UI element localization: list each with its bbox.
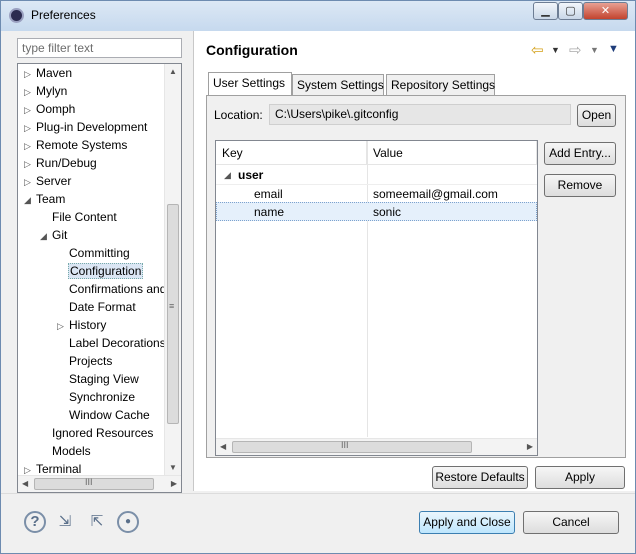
- page-title: Configuration: [206, 42, 298, 58]
- expand-arrow-icon[interactable]: ▷: [24, 83, 36, 101]
- table-row-section[interactable]: ◢ user: [216, 166, 537, 185]
- scroll-right-icon[interactable]: ▶: [171, 479, 177, 488]
- tree-vscroll-thumb[interactable]: ≡: [167, 204, 179, 424]
- row-key: email: [254, 187, 283, 201]
- expand-arrow-icon[interactable]: ▷: [24, 155, 36, 173]
- collapse-arrow-icon[interactable]: ◢: [224, 166, 231, 184]
- tree-item-synchronize[interactable]: Synchronize: [69, 388, 135, 406]
- tree-item-history[interactable]: ▷ History: [57, 316, 106, 334]
- tab-system-settings[interactable]: System Settings: [292, 74, 384, 96]
- scroll-left-icon[interactable]: ◀: [220, 442, 226, 451]
- tree-item-file-content[interactable]: File Content: [52, 208, 117, 226]
- tab-repository-settings[interactable]: Repository Settings: [386, 74, 495, 96]
- collapse-arrow-icon[interactable]: ◢: [40, 227, 52, 245]
- tree-item-mylyn[interactable]: ▷ Mylyn: [24, 82, 67, 100]
- apply-and-close-button[interactable]: Apply and Close: [419, 511, 515, 534]
- forward-dropdown-icon[interactable]: ▼: [590, 45, 599, 55]
- expand-arrow-icon[interactable]: ▷: [57, 317, 69, 335]
- preference-tree[interactable]: ▷ Maven ▷ Mylyn ▷ Oomph ▷ Plug-in Developmen…: [17, 63, 182, 493]
- tree-item-window-cache[interactable]: Window Cache: [69, 406, 150, 424]
- location-field: C:\Users\pike\.gitconfig: [269, 104, 571, 125]
- table-horizontal-scrollbar[interactable]: ◀ III ▶: [216, 438, 537, 455]
- tree-item-maven[interactable]: ▷ Maven: [24, 64, 72, 82]
- tree-item-committing[interactable]: Committing: [69, 244, 130, 262]
- help-icon[interactable]: ?: [24, 511, 46, 533]
- filter-input[interactable]: type filter text: [17, 38, 182, 58]
- config-table[interactable]: Key Value ◢ user email someemail@gmail.c…: [215, 140, 538, 456]
- tree-item-team[interactable]: ◢ Team: [24, 190, 65, 208]
- tree-item-configuration[interactable]: Configuration: [68, 262, 144, 280]
- tree-item-oomph[interactable]: ▷ Oomph: [24, 100, 75, 118]
- record-icon[interactable]: ●: [117, 511, 139, 533]
- tree-item-ignored-resources[interactable]: Ignored Resources: [52, 424, 153, 442]
- location-label: Location:: [214, 108, 263, 122]
- maximize-button[interactable]: ▢: [558, 2, 583, 20]
- apply-button[interactable]: Apply: [535, 466, 625, 489]
- tree-horizontal-scrollbar[interactable]: ◀ III ▶: [18, 475, 181, 492]
- expand-arrow-icon[interactable]: ▷: [24, 65, 36, 83]
- table-row[interactable]: email someemail@gmail.com: [216, 184, 537, 203]
- remove-button[interactable]: Remove: [544, 174, 616, 197]
- import-icon[interactable]: ⇲: [54, 511, 76, 533]
- collapse-arrow-icon[interactable]: ◢: [24, 191, 36, 209]
- back-arrow-icon[interactable]: ⇦: [531, 41, 544, 59]
- tree-item-confirmations[interactable]: Confirmations and: [69, 280, 166, 298]
- tree-vertical-scrollbar[interactable]: ▲ ≡ ▼: [164, 64, 181, 475]
- expand-arrow-icon[interactable]: ▷: [24, 119, 36, 137]
- back-dropdown-icon[interactable]: ▼: [551, 45, 560, 55]
- title-bar: Preferences ▁ ▢ ✕: [1, 1, 635, 31]
- scroll-up-icon[interactable]: ▲: [169, 67, 177, 76]
- tree-item-server[interactable]: ▷ Server: [24, 172, 71, 190]
- section-user: user: [238, 168, 264, 182]
- row-value: someemail@gmail.com: [373, 187, 498, 201]
- row-key: name: [254, 205, 285, 219]
- restore-defaults-button[interactable]: Restore Defaults: [432, 466, 528, 489]
- column-header-key[interactable]: Key: [216, 141, 367, 165]
- close-button[interactable]: ✕: [583, 2, 628, 20]
- forward-arrow-icon[interactable]: ⇨: [569, 41, 582, 59]
- row-value: sonic: [373, 205, 402, 219]
- tree-item-git[interactable]: ◢ Git: [40, 226, 67, 244]
- cancel-button[interactable]: Cancel: [523, 511, 619, 534]
- column-header-value[interactable]: Value: [367, 141, 537, 165]
- eclipse-icon: [9, 8, 24, 23]
- minimize-button[interactable]: ▁: [533, 2, 558, 20]
- expand-arrow-icon[interactable]: ▷: [24, 173, 36, 191]
- scroll-right-icon[interactable]: ▶: [527, 442, 533, 451]
- tree-hscroll-thumb[interactable]: III: [34, 477, 154, 490]
- expand-arrow-icon[interactable]: ▷: [24, 137, 36, 155]
- view-menu-icon[interactable]: ▼: [608, 43, 619, 55]
- tree-item-run-debug[interactable]: ▷ Run/Debug: [24, 154, 97, 172]
- tab-user-settings[interactable]: User Settings: [208, 72, 292, 97]
- table-hscroll-thumb[interactable]: III: [232, 440, 472, 453]
- window-title: Preferences: [31, 8, 96, 22]
- scroll-left-icon[interactable]: ◀: [22, 479, 28, 488]
- tree-item-projects[interactable]: Projects: [69, 352, 112, 370]
- scroll-down-icon[interactable]: ▼: [169, 463, 177, 472]
- table-row[interactable]: name sonic: [216, 202, 537, 221]
- tree-item-staging-view[interactable]: Staging View: [69, 370, 139, 388]
- tree-item-plugin-development[interactable]: ▷ Plug-in Development: [24, 118, 147, 136]
- add-entry-button[interactable]: Add Entry...: [544, 142, 616, 165]
- tree-item-date-format[interactable]: Date Format: [69, 298, 136, 316]
- preferences-window: Preferences ▁ ▢ ✕ type filter text ▷ Mave…: [0, 0, 636, 554]
- tree-item-label-decorations[interactable]: Label Decorations: [69, 334, 166, 352]
- tree-item-remote-systems[interactable]: ▷ Remote Systems: [24, 136, 127, 154]
- expand-arrow-icon[interactable]: ▷: [24, 101, 36, 119]
- open-button[interactable]: Open: [577, 104, 616, 127]
- tree-item-models[interactable]: Models: [52, 442, 91, 460]
- export-icon[interactable]: ⇱: [86, 511, 108, 533]
